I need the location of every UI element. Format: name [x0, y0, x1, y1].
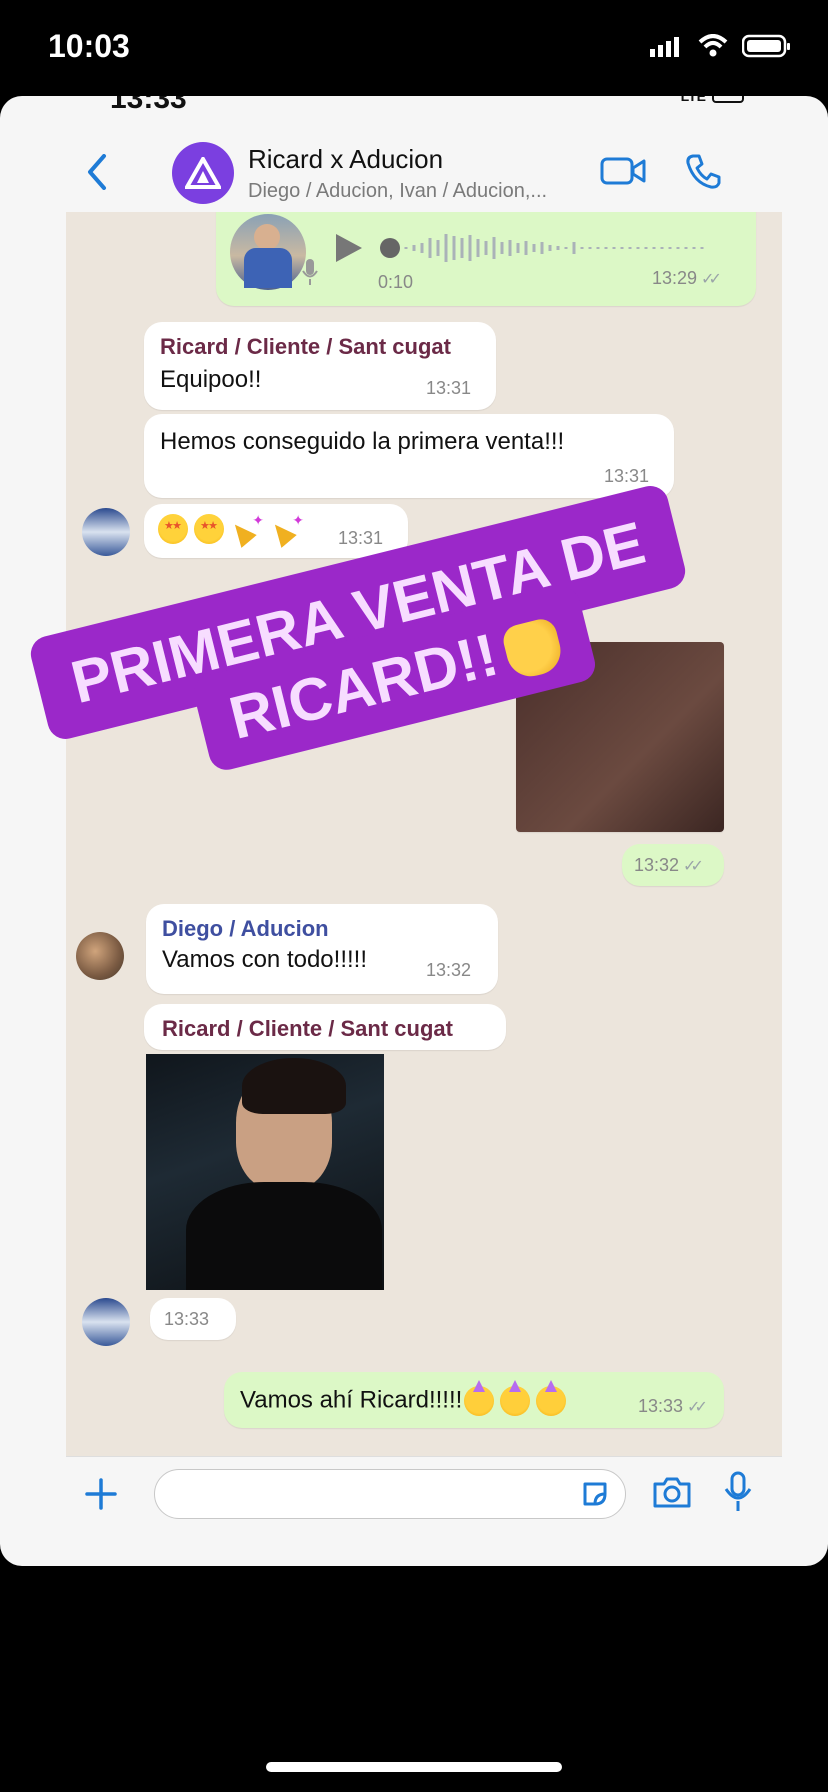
back-chevron-icon[interactable] — [86, 154, 108, 190]
home-indicator[interactable] — [266, 1762, 562, 1772]
composer-bar — [66, 1456, 782, 1563]
message-time: 13:31 — [338, 528, 384, 548]
partying-face-emoji — [464, 1380, 495, 1416]
voice-note-duration: 0:10 — [378, 272, 414, 292]
message-time: 13:31 — [604, 466, 650, 486]
phone-icon[interactable] — [684, 152, 722, 190]
message-bubble[interactable]: Ricard / Cliente / Sant cugat — [144, 1004, 506, 1050]
message-text: Vamos con todo!!!!! — [162, 946, 367, 973]
message-bubble[interactable]: 13:31 — [144, 504, 408, 558]
message-input[interactable] — [154, 1469, 626, 1519]
voice-note-avatar — [230, 214, 306, 290]
battery-icon — [742, 34, 790, 58]
message-time: 13:33 — [638, 1396, 684, 1416]
status-time: 10:03 — [48, 28, 130, 64]
message-bubble[interactable]: Ricard / Cliente / Sant cugat Equipoo!! … — [144, 322, 496, 410]
message-bubble[interactable]: 13:32 ✓✓ — [622, 844, 724, 886]
message-text: Hemos conseguido la primera venta!!! — [160, 428, 565, 455]
read-ticks-icon: ✓✓ — [687, 1399, 708, 1416]
read-ticks-icon: ✓✓ — [683, 858, 704, 875]
wifi-icon — [698, 34, 728, 57]
camera-icon[interactable] — [652, 1475, 692, 1509]
partying-face-emoji — [500, 1380, 531, 1416]
chat-participants: Diego / Aducion, Ivan / Aducion,... — [248, 180, 548, 202]
video-call-icon[interactable] — [600, 156, 646, 186]
inner-status-indicators: LTE — [681, 96, 748, 104]
sender-avatar[interactable] — [82, 508, 130, 556]
voice-waveform[interactable] — [380, 226, 710, 270]
message-bubble[interactable]: 13:33 — [150, 1298, 236, 1340]
message-time-wrap: 13:33 ✓✓ — [638, 1396, 708, 1417]
message-time: 13:31 — [426, 378, 472, 398]
voice-note-time: 13:29 — [652, 268, 698, 288]
message-time: 13:32 — [634, 855, 680, 875]
gif-image[interactable] — [146, 1054, 384, 1290]
microphone-icon[interactable] — [724, 1471, 752, 1513]
party-popper-emoji — [270, 512, 304, 544]
message-text: Vamos ahí Ricard!!!!! — [240, 1380, 572, 1416]
voice-note-bubble[interactable]: 0:10 13:29 ✓✓ — [216, 212, 756, 306]
star-struck-emoji — [158, 514, 188, 544]
chat-header: Ricard x Aducion Diego / Aducion, Ivan /… — [66, 124, 782, 216]
chat-screenshot: 13:33 LTE Ricard x Aducion Diego / Aduci… — [0, 96, 828, 1566]
message-bubble[interactable]: Vamos ahí Ricard!!!!! 13:33 ✓✓ — [224, 1372, 724, 1428]
group-avatar[interactable] — [172, 142, 234, 204]
voice-mic-icon — [302, 259, 318, 285]
message-bubble[interactable]: Hemos conseguido la primera venta!!! 13:… — [144, 414, 674, 498]
message-time-wrap: 13:32 ✓✓ — [634, 855, 704, 876]
clapping-hands-emoji — [500, 616, 566, 682]
message-text: Equipoo!! — [160, 366, 262, 393]
signal-icon — [650, 37, 679, 57]
message-sender: Ricard / Cliente / Sant cugat — [162, 1016, 453, 1041]
chat-area[interactable]: 0:10 13:29 ✓✓ Ricard / Cliente / Sant cug… — [66, 212, 782, 1456]
inner-network-label: LTE — [680, 96, 706, 104]
sticker-icon[interactable] — [581, 1480, 609, 1508]
read-ticks-icon: ✓✓ — [701, 271, 722, 288]
party-popper-emoji — [230, 512, 264, 544]
status-indicators — [650, 34, 792, 58]
message-sender: Diego / Aducion — [162, 916, 329, 941]
inner-battery-icon — [712, 96, 744, 103]
chat-title[interactable]: Ricard x Aducion — [248, 144, 443, 175]
emoji-row — [158, 512, 310, 544]
inner-status-time: 13:33 — [110, 96, 187, 115]
voice-note-time-wrap: 13:29 ✓✓ — [652, 268, 722, 289]
message-time: 13:32 — [426, 960, 472, 980]
partying-face-emoji — [536, 1380, 567, 1416]
message-bubble[interactable]: Diego / Aducion Vamos con todo!!!!! 13:3… — [146, 904, 498, 994]
play-icon[interactable] — [334, 232, 364, 264]
message-text-content: Vamos ahí Ricard!!!!! — [240, 1386, 463, 1414]
sender-avatar[interactable] — [76, 932, 124, 980]
plus-icon[interactable] — [84, 1477, 118, 1511]
sender-avatar[interactable] — [82, 1298, 130, 1346]
group-logo-icon — [185, 157, 221, 189]
star-struck-emoji — [194, 514, 224, 544]
message-sender: Ricard / Cliente / Sant cugat — [160, 334, 451, 359]
message-time: 13:33 — [164, 1309, 210, 1329]
